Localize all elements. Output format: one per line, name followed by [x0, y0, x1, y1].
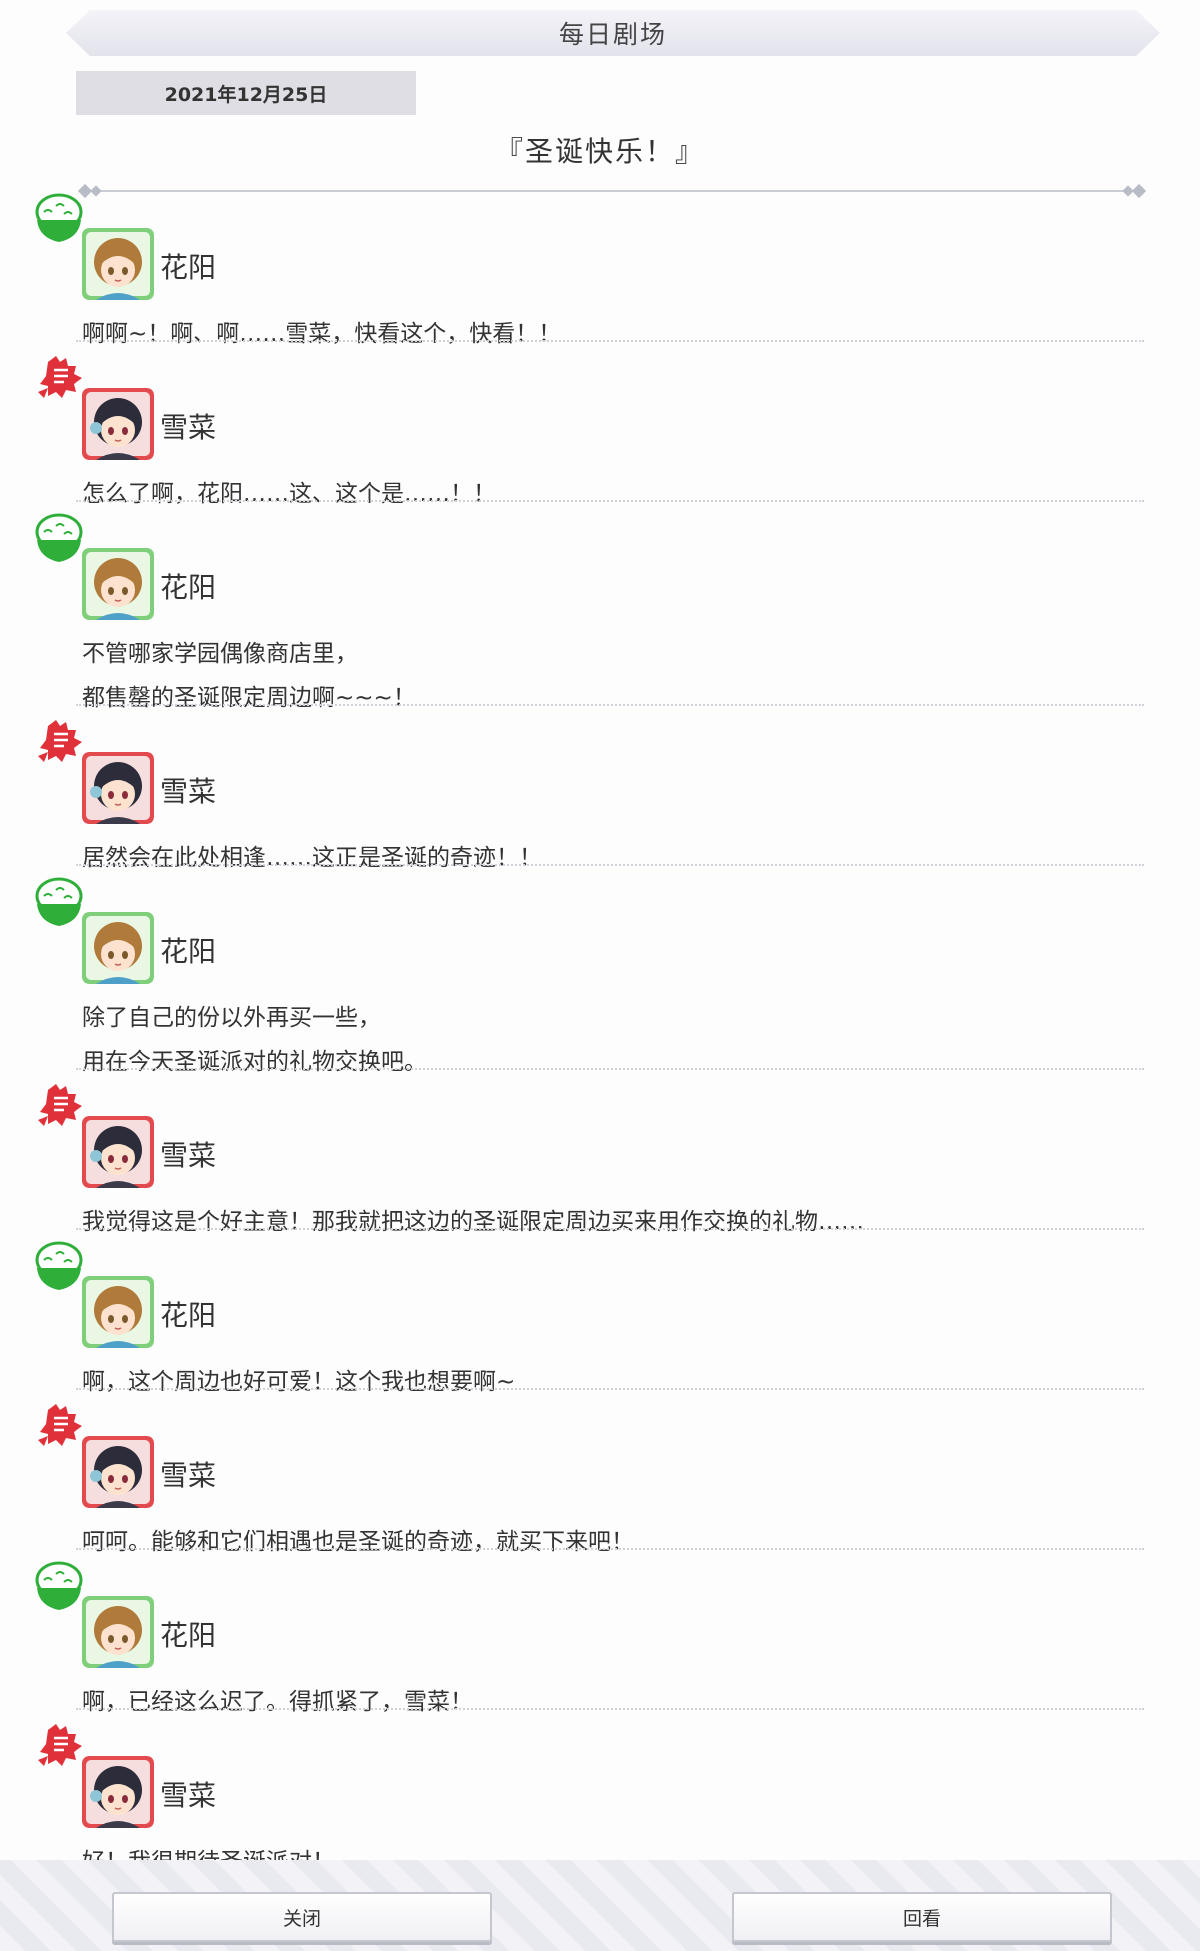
- speaker-name: 花阳: [160, 935, 217, 968]
- hanayo-avatar: [82, 1596, 154, 1668]
- dotted-separator: [76, 1228, 1144, 1230]
- dialogue-thread[interactable]: 花阳 啊啊~！啊、啊……雪菜，快看这个，快看！！ 雪菜 怎么了啊，花阳……这、这个是…: [0, 190, 1200, 1878]
- setsuna-emblem-icon: [34, 716, 84, 774]
- dotted-separator: [76, 1068, 1144, 1070]
- hanayo-avatar: [82, 228, 154, 300]
- dialogue-entry: 花阳啊，已经这么迟了。得抓紧了，雪菜！: [0, 1558, 1200, 1718]
- dotted-separator: [76, 500, 1144, 502]
- dialogue-line: 我觉得这是个好主意！那我就把这边的圣诞限定周边买来用作交换的礼物……: [82, 1209, 864, 1235]
- header-title: 每日剧场: [558, 20, 667, 49]
- daily-theater-dialog: 每日剧场 2021年12月25日 『圣诞快乐！』 花阳啊啊~！啊、啊……雪菜，快…: [0, 0, 1200, 1951]
- rice-bowl-icon: [34, 1560, 84, 1618]
- setsuna-emblem-icon: [34, 352, 84, 410]
- dialogue-line: 呵呵。能够和它们相遇也是圣诞的奇迹，就买下来吧！: [82, 1529, 634, 1555]
- dialogue-line: 啊，这个周边也好可爱！这个我也想要啊~: [82, 1369, 516, 1395]
- speaker-name: 花阳: [160, 251, 217, 284]
- dialogue-entry: 雪菜好！我很期待圣诞派对！: [0, 1718, 1200, 1878]
- setsuna-avatar: [82, 1756, 154, 1828]
- dotted-separator: [76, 704, 1144, 706]
- dialogue-line: 居然会在此处相逢……这正是圣诞的奇迹！！: [82, 845, 542, 871]
- setsuna-avatar: [82, 1116, 154, 1188]
- dotted-separator: [76, 340, 1144, 342]
- hanayo-avatar: [82, 1276, 154, 1348]
- dotted-separator: [76, 1548, 1144, 1550]
- speaker-name: 雪菜: [160, 1779, 217, 1812]
- date-badge: 2021年12月25日: [76, 71, 416, 115]
- dialogue-line: 不管哪家学园偶像商店里，: [82, 641, 358, 667]
- dialogue-entry: 花阳除了自己的份以外再买一些， 用在今天圣诞派对的礼物交换吧。: [0, 874, 1200, 1078]
- footer-bar: 关闭 回看: [0, 1860, 1200, 1951]
- dialogue-entry: 雪菜我觉得这是个好主意！那我就把这边的圣诞限定周边买来用作交换的礼物……: [0, 1078, 1200, 1238]
- dialogue-entry: 雪菜呵呵。能够和它们相遇也是圣诞的奇迹，就买下来吧！: [0, 1398, 1200, 1558]
- setsuna-avatar: [82, 388, 154, 460]
- story-title: 『圣诞快乐！』: [494, 135, 705, 168]
- dotted-separator: [76, 1708, 1144, 1710]
- dotted-separator: [76, 864, 1144, 866]
- speaker-name: 花阳: [160, 1619, 217, 1652]
- rice-bowl-icon: [34, 192, 84, 250]
- speaker-name: 雪菜: [160, 411, 217, 444]
- dialogue-entry: 雪菜怎么了啊，花阳……这、这个是……！！: [0, 350, 1200, 510]
- dialogue-line: 都售罄的圣诞限定周边啊~~~！: [82, 685, 416, 711]
- speaker-name: 雪菜: [160, 775, 217, 808]
- setsuna-avatar: [82, 752, 154, 824]
- dialogue-line: 啊，已经这么迟了。得抓紧了，雪菜！: [82, 1689, 473, 1715]
- rice-bowl-icon: [34, 1240, 84, 1298]
- dialogue-line: 怎么了啊，花阳……这、这个是……！！: [82, 481, 496, 507]
- dialogue-entry: 雪菜居然会在此处相逢……这正是圣诞的奇迹！！: [0, 714, 1200, 874]
- rice-bowl-icon: [34, 512, 84, 570]
- hanayo-avatar: [82, 912, 154, 984]
- dialogue-entry: 花阳不管哪家学园偶像商店里， 都售罄的圣诞限定周边啊~~~！: [0, 510, 1200, 714]
- header-ribbon: 每日剧场: [66, 10, 1160, 56]
- rice-bowl-icon: [34, 876, 84, 934]
- setsuna-emblem-icon: [34, 1080, 84, 1138]
- dialogue-line: 用在今天圣诞派对的礼物交换吧。: [82, 1049, 427, 1075]
- speaker-name: 雪菜: [160, 1459, 217, 1492]
- close-button[interactable]: 关闭: [112, 1892, 492, 1942]
- dialogue-line: 啊啊~！啊、啊……雪菜，快看这个，快看！！: [82, 321, 562, 347]
- review-button[interactable]: 回看: [732, 1892, 1112, 1942]
- dialogue-entry: 花阳啊，这个周边也好可爱！这个我也想要啊~: [0, 1238, 1200, 1398]
- dialogue-entry: 花阳啊啊~！啊、啊……雪菜，快看这个，快看！！: [0, 190, 1200, 350]
- speaker-name: 花阳: [160, 1299, 217, 1332]
- hanayo-avatar: [82, 548, 154, 620]
- setsuna-avatar: [82, 1436, 154, 1508]
- dialogue-line: 除了自己的份以外再买一些，: [82, 1005, 381, 1031]
- speaker-name: 花阳: [160, 571, 217, 604]
- setsuna-emblem-icon: [34, 1400, 84, 1458]
- setsuna-emblem-icon: [34, 1720, 84, 1778]
- speaker-name: 雪菜: [160, 1139, 217, 1172]
- dotted-separator: [76, 1388, 1144, 1390]
